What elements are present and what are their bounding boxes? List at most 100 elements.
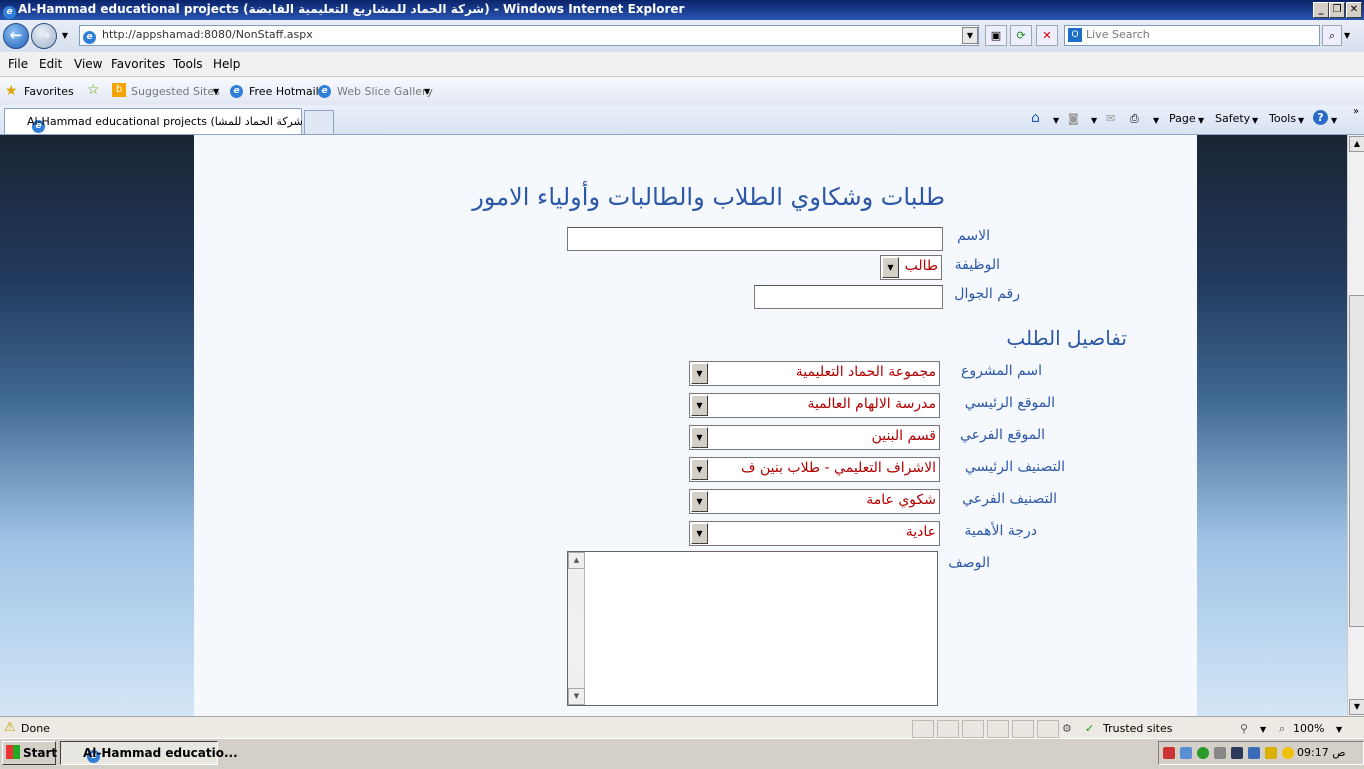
address-bar[interactable]: e http://appshamad:8080/NonStaff.aspx ▼	[79, 25, 979, 46]
taskbar-item-ie[interactable]: e Al-Hammad educatio...	[60, 741, 238, 765]
role-select[interactable]: طالب ▼	[880, 255, 942, 280]
tools-menu[interactable]: Tools	[1269, 112, 1296, 125]
mobile-input[interactable]	[754, 285, 943, 309]
start-button[interactable]: Start	[2, 741, 57, 765]
menu-view[interactable]: View	[74, 57, 102, 71]
priority-select[interactable]: عادية ▼	[689, 521, 940, 546]
details-section-title: تفاصيل الطلب	[1006, 326, 1127, 350]
description-scrollbar[interactable]: ▲ ▼	[568, 552, 585, 705]
mail-icon[interactable]: ✉	[1106, 112, 1115, 125]
popup-blocker-icon[interactable]: ⚲	[1240, 722, 1248, 735]
new-tab-button[interactable]	[304, 110, 334, 134]
feeds-dropdown[interactable]: ▼	[1091, 116, 1097, 125]
stop-icon[interactable]: ✕	[1036, 25, 1058, 46]
status-pane	[912, 720, 934, 738]
web-slice-icon: e	[318, 83, 331, 98]
priority-dropdown-arrow-icon[interactable]: ▼	[691, 523, 708, 544]
security-zone[interactable]: Trusted sites	[1103, 722, 1173, 735]
description-textarea[interactable]: ▲ ▼	[567, 551, 938, 706]
menu-favorites[interactable]: Favorites	[111, 57, 165, 71]
home-icon[interactable]: ⌂	[1031, 110, 1040, 126]
page-scrollbar[interactable]: ▲ ▼	[1347, 135, 1364, 716]
search-icon[interactable]: ⌕	[1322, 25, 1342, 46]
web-slice-gallery-link[interactable]: Web Slice Gallery	[337, 85, 433, 98]
main-location-select[interactable]: مدرسة الالهام العالمية ▼	[689, 393, 940, 418]
free-hotmail-link[interactable]: Free Hotmail	[249, 85, 319, 98]
tray-app-icon[interactable]	[1180, 747, 1192, 759]
tab-label: Al-Hammad educational projects (شركة الح…	[27, 115, 313, 128]
menu-edit[interactable]: Edit	[39, 57, 62, 71]
main-category-value: الاشراف التعليمي - طلاب بنين ف	[741, 460, 936, 476]
menu-tools[interactable]: Tools	[173, 57, 203, 71]
zoom-dropdown[interactable]: ▼	[1336, 725, 1342, 734]
safety-dropdown[interactable]: ▼	[1252, 116, 1258, 125]
priority-label: درجة الأهمية	[964, 523, 1037, 539]
back-button[interactable]: ←	[3, 23, 29, 49]
main-category-select[interactable]: الاشراف التعليمي - طلاب بنين ف ▼	[689, 457, 940, 482]
zoom-level[interactable]: 100%	[1293, 722, 1324, 735]
role-dropdown-arrow-icon[interactable]: ▼	[882, 257, 899, 278]
popup-dropdown[interactable]: ▼	[1260, 725, 1266, 734]
page-scroll-up-icon[interactable]: ▲	[1349, 136, 1364, 152]
address-url: http://appshamad:8080/NonStaff.aspx	[102, 28, 313, 41]
favorites-button[interactable]: Favorites	[24, 85, 74, 98]
print-dropdown[interactable]: ▼	[1153, 116, 1159, 125]
page-scroll-thumb[interactable]	[1349, 295, 1364, 627]
help-dropdown[interactable]: ▼	[1331, 116, 1337, 125]
scroll-up-icon[interactable]: ▲	[568, 552, 585, 569]
status-pane	[962, 720, 984, 738]
web-slice-dropdown[interactable]: ▼	[424, 87, 430, 96]
print-icon[interactable]: ⎙	[1130, 112, 1139, 126]
menu-help[interactable]: Help	[213, 57, 240, 71]
help-icon[interactable]: ?	[1313, 110, 1328, 125]
taskbar-item-label: Al-Hammad educatio...	[83, 746, 238, 760]
minimize-button[interactable]: _	[1313, 2, 1329, 18]
address-dropdown[interactable]: ▼	[962, 27, 978, 44]
page-menu[interactable]: Page	[1169, 112, 1196, 125]
tray-app-icon[interactable]	[1214, 747, 1226, 759]
project-select[interactable]: مجموعة الحماد التعليمية ▼	[689, 361, 940, 386]
page-dropdown[interactable]: ▼	[1198, 116, 1204, 125]
search-placeholder: Live Search	[1086, 28, 1150, 41]
project-dropdown-arrow-icon[interactable]: ▼	[691, 363, 708, 384]
main-category-dropdown-arrow-icon[interactable]: ▼	[691, 459, 708, 480]
name-input[interactable]	[567, 227, 943, 251]
tab-current[interactable]: e Al-Hammad educational projects (شركة ا…	[4, 108, 313, 134]
refresh-icon[interactable]: ⟳	[1010, 25, 1032, 46]
main-location-dropdown-arrow-icon[interactable]: ▼	[691, 395, 708, 416]
network-icon[interactable]	[1231, 747, 1243, 759]
page-scroll-down-icon[interactable]: ▼	[1349, 699, 1364, 715]
safety-menu[interactable]: Safety	[1215, 112, 1250, 125]
volume-icon[interactable]	[1163, 747, 1175, 759]
sub-location-select[interactable]: قسم البنين ▼	[689, 425, 940, 450]
suggested-sites-dropdown[interactable]: ▼	[213, 87, 219, 96]
feeds-icon[interactable]: ◙	[1068, 112, 1079, 125]
close-window-button[interactable]: ✕	[1346, 2, 1362, 18]
status-bar: ⚠ Done ⚙ ✓ Trusted sites ⚲ ▼ ⌕ 100% ▼	[0, 716, 1364, 739]
add-favorite-icon[interactable]: ☆	[87, 82, 100, 98]
toolbar-chevron-icon[interactable]: »	[1353, 106, 1359, 117]
main-location-label: الموقع الرئيسي	[964, 395, 1055, 411]
sub-location-dropdown-arrow-icon[interactable]: ▼	[691, 427, 708, 448]
search-input[interactable]: O Live Search	[1064, 25, 1320, 46]
compatibility-view-icon[interactable]: ▣	[985, 25, 1007, 46]
sub-category-dropdown-arrow-icon[interactable]: ▼	[691, 491, 708, 512]
home-dropdown[interactable]: ▼	[1053, 116, 1059, 125]
tray-app-icon[interactable]	[1282, 747, 1294, 759]
tools-dropdown[interactable]: ▼	[1298, 116, 1304, 125]
scroll-down-icon[interactable]: ▼	[568, 688, 585, 705]
sub-category-select[interactable]: شكوي عامة ▼	[689, 489, 940, 514]
suggested-sites-link[interactable]: Suggested Sites	[131, 85, 220, 98]
tray-app-icon[interactable]	[1265, 747, 1277, 759]
restore-button[interactable]: ❐	[1329, 2, 1345, 18]
name-label: الاسم	[957, 228, 990, 244]
project-label: اسم المشروع	[961, 363, 1042, 379]
menu-file[interactable]: File	[8, 57, 28, 71]
search-options-dropdown[interactable]: ▼	[1344, 31, 1350, 40]
page-content: طلبات وشكاوي الطلاب والطالبات وأولياء ال…	[0, 135, 1347, 716]
protected-mode-icon[interactable]: ⚙	[1062, 722, 1072, 735]
tray-app-icon[interactable]	[1248, 747, 1260, 759]
recent-pages-dropdown[interactable]: ▼	[58, 28, 72, 43]
forward-button[interactable]: →	[31, 23, 57, 49]
tray-app-icon[interactable]	[1197, 747, 1209, 759]
